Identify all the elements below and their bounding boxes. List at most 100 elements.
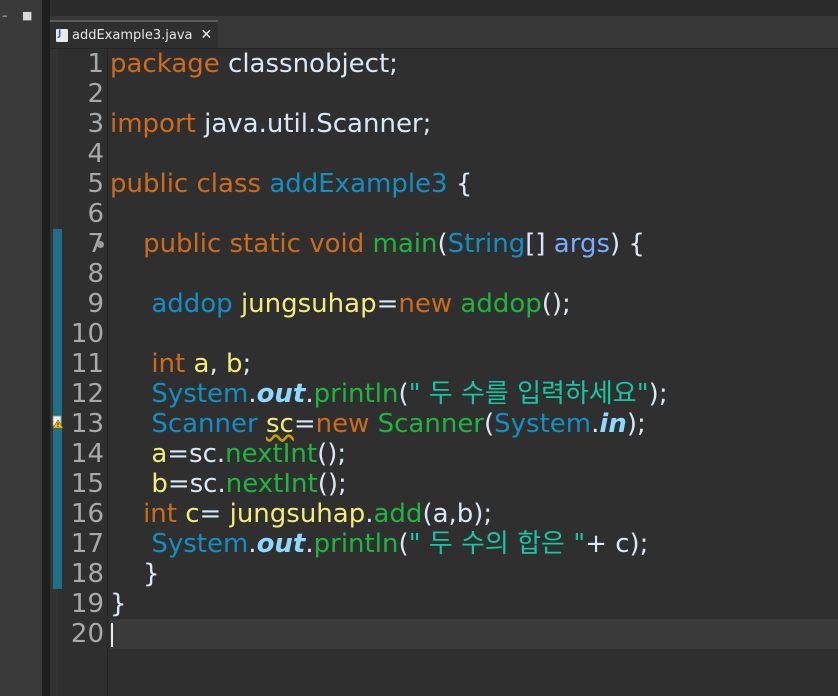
code-token: + c);	[585, 529, 649, 559]
code-line[interactable]: public static void main(String[] args) {	[110, 229, 645, 259]
code-token: out	[256, 529, 306, 559]
code-token: b	[151, 469, 168, 499]
code-line[interactable]: System.out.println(" 두 수를 입력하세요");	[110, 379, 668, 409]
code-line[interactable]: }	[110, 589, 127, 619]
code-line[interactable]: addop jungsuhap=new addop();	[110, 289, 570, 319]
line-number: 9	[87, 289, 104, 319]
code-token: .	[305, 529, 314, 559]
current-line-highlight	[110, 619, 838, 649]
editor-tab[interactable]: addExample3.java ✕	[50, 20, 218, 48]
code-token: ) {	[610, 229, 645, 259]
code-token: public static void	[143, 229, 373, 259]
code-token: Scanner	[377, 409, 484, 439]
code-token: new	[398, 289, 453, 319]
code-line[interactable]: int a, b;	[110, 349, 251, 379]
code-token: new	[315, 409, 370, 439]
java-file-icon	[56, 28, 68, 42]
line-number: 4	[87, 139, 104, 169]
code-token: addop	[460, 289, 542, 319]
code-token: }	[110, 559, 160, 589]
code-line[interactable]: }	[110, 559, 160, 589]
code-token: a	[193, 349, 210, 379]
code-token: (	[437, 229, 448, 259]
code-token: jungsuhap	[240, 289, 377, 319]
code-line[interactable]: int c= jungsuhap.add(a,b);	[110, 499, 492, 529]
code-token: System	[494, 409, 592, 439]
fold-icon[interactable]	[97, 241, 104, 248]
line-number: 6	[87, 199, 104, 229]
code-token: =sc.	[167, 469, 226, 499]
code-token: import	[110, 109, 196, 139]
line-number: 16	[70, 499, 104, 529]
code-token: Scanner	[151, 409, 258, 439]
line-number: 15	[70, 469, 104, 499]
line-number: 8	[87, 259, 104, 289]
code-token: " 두 수를 입력하세요"	[408, 379, 649, 409]
code-token: );	[648, 379, 668, 409]
code-token: (	[398, 529, 409, 559]
code-token: jungsuhap	[229, 499, 366, 529]
code-token: nextInt	[225, 439, 318, 469]
code-token: (	[484, 409, 495, 439]
code-token: (	[398, 379, 409, 409]
minimize-icon[interactable]: –	[2, 10, 8, 22]
code-line[interactable]: package classnobject;	[110, 49, 398, 79]
line-number: 18	[70, 559, 104, 589]
code-line[interactable]: b=sc.nextInt();	[110, 469, 346, 499]
code-token: package	[110, 49, 220, 79]
code-line[interactable]: Scanner sc=new Scanner(System.in);	[110, 409, 645, 439]
line-number: 2	[87, 79, 104, 109]
code-token: a	[151, 439, 168, 469]
maximize-icon[interactable]: ■	[22, 10, 32, 22]
code-token: public class	[110, 169, 270, 199]
close-icon[interactable]: ✕	[201, 27, 213, 43]
code-token: System	[151, 379, 249, 409]
code-token: ;	[242, 349, 252, 379]
code-token: .	[305, 379, 314, 409]
line-number: 19	[70, 589, 104, 619]
line-number: 13	[70, 409, 104, 439]
side-panel: – ■	[0, 0, 42, 696]
code-token: java.util.Scanner;	[195, 109, 432, 139]
code-token: c	[185, 499, 200, 529]
line-number: 1	[87, 49, 104, 79]
code-token: args	[553, 229, 610, 259]
code-line[interactable]: public class addExample3 {	[110, 169, 472, 199]
code-token: ();	[317, 439, 347, 469]
code-token: {	[447, 169, 473, 199]
code-token: nextInt	[225, 469, 318, 499]
code-token: (a,b);	[422, 499, 493, 529]
code-editor[interactable]: 1 2 3 4 5 6 7 8 9 10 11 12 13 14 15 16 17 18 19 20 package …	[50, 49, 838, 696]
code-token: addop	[151, 289, 233, 319]
line-number: 7	[87, 229, 104, 259]
line-number: 3	[87, 109, 104, 139]
line-number: 14	[70, 439, 104, 469]
top-strip	[50, 0, 838, 16]
code-line[interactable]: System.out.println(" 두 수의 합은 "+ c);	[110, 529, 648, 559]
code-token: addExample3	[269, 169, 448, 199]
code-token: ,	[209, 349, 226, 379]
code-token: =sc.	[167, 439, 226, 469]
code-token: System	[151, 529, 249, 559]
gutter-border	[107, 49, 108, 696]
code-token: .	[248, 379, 257, 409]
line-number: 12	[70, 379, 104, 409]
code-line[interactable]: a=sc.nextInt();	[110, 439, 346, 469]
code-token: classnobject;	[219, 49, 398, 79]
code-token: main	[372, 229, 438, 259]
tab-title: addExample3.java	[72, 27, 193, 43]
code-line[interactable]: import java.util.Scanner;	[110, 109, 431, 139]
code-token: int	[143, 499, 177, 529]
code-token: =	[293, 409, 316, 439]
